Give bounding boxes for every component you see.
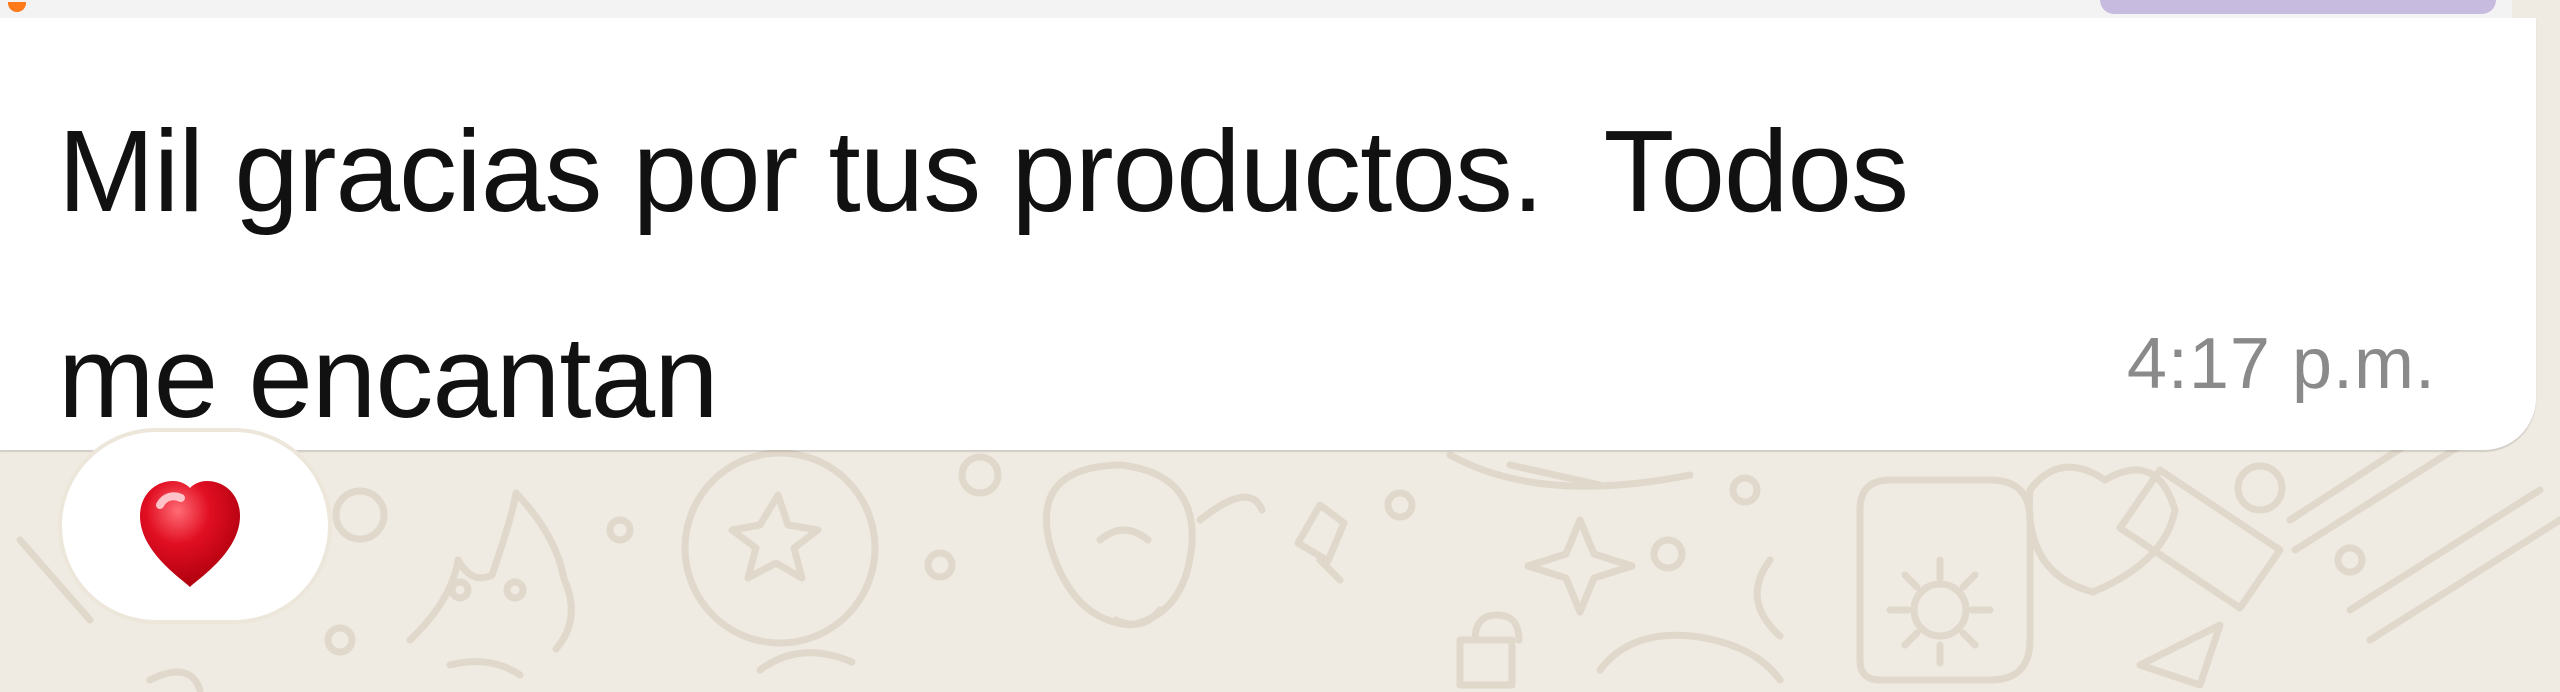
reaction-pill[interactable] <box>58 428 332 624</box>
previous-message-accent <box>2100 0 2496 14</box>
message-text: Mil gracias por tus productos. Todos me … <box>58 68 2308 480</box>
message-line-1: Mil gracias por tus productos. Todos <box>58 106 1909 236</box>
incoming-message-bubble[interactable]: Mil gracias por tus productos. Todos me … <box>0 18 2536 450</box>
message-line-2: me encantan <box>58 312 719 442</box>
red-heart-icon <box>140 481 240 587</box>
message-timestamp: 4:17 p.m. <box>2126 324 2436 404</box>
